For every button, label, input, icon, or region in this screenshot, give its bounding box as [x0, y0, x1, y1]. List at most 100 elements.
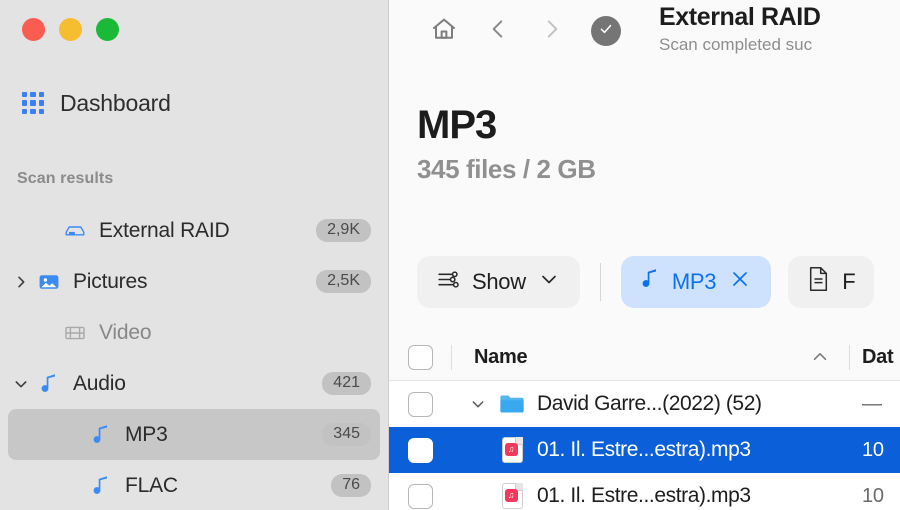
document-icon	[807, 266, 830, 298]
sidebar-item-video[interactable]: Video	[8, 307, 380, 358]
table-row[interactable]: ♫ 01. Il. Estre...estra).mp3 10	[389, 473, 900, 510]
sliders-icon	[436, 267, 461, 298]
sidebar-item-label: Audio	[73, 371, 126, 395]
breadcrumb: External RAID Scan completed suc	[659, 4, 821, 56]
item-count-badge: 76	[331, 474, 371, 497]
table-row[interactable]: ♫ 01. Il. Estre...estra).mp3 10	[389, 427, 900, 473]
mp3-file-icon: ♫	[495, 437, 529, 463]
filter-chip-mp3[interactable]: MP3	[620, 256, 772, 308]
filter-chip-documents[interactable]: F	[788, 256, 875, 308]
page-title: MP3	[417, 103, 497, 147]
sort-asc-icon	[809, 346, 831, 368]
sidebar-item-label: MP3	[125, 422, 168, 446]
sidebar-item-label: FLAC	[125, 473, 178, 497]
window-controls	[22, 18, 119, 41]
photo-icon	[34, 270, 64, 294]
row-date: 10	[862, 438, 884, 461]
main-content: External RAID Scan completed suc MP3 345…	[389, 0, 900, 510]
sidebar-item-flac[interactable]: FLAC 76	[8, 460, 380, 510]
sidebar-item-pictures[interactable]: Pictures 2,5K	[8, 256, 380, 307]
toolbar-subtitle: Scan completed suc	[659, 34, 813, 54]
column-header-date[interactable]: Dat	[850, 346, 900, 369]
sidebar-item-label: Video	[99, 320, 152, 344]
toolbar-title: External RAID	[659, 3, 821, 32]
page-heading-block: MP3 345 files / 2 GB	[417, 104, 596, 185]
item-count-badge: 2,5K	[316, 270, 371, 293]
row-date-cell: 10	[850, 485, 900, 508]
film-icon	[60, 321, 90, 345]
row-name-cell: ♫ 01. Il. Estre...estra).mp3	[451, 483, 850, 509]
row-name-cell: ♫ 01. Il. Estre...estra).mp3	[451, 437, 850, 463]
row-checkbox-cell[interactable]	[389, 391, 451, 417]
maximize-button[interactable]	[96, 18, 119, 41]
row-checkbox-cell[interactable]	[389, 483, 451, 509]
sidebar-item-dashboard[interactable]: Dashboard	[22, 84, 171, 122]
home-icon	[429, 14, 459, 49]
sidebar-item-audio[interactable]: Audio 421	[8, 358, 380, 409]
page-summary: 345 files / 2 GB	[417, 154, 596, 184]
show-dropdown-button[interactable]: Show	[417, 256, 580, 308]
row-date-cell: —	[850, 393, 900, 416]
chevron-down-icon[interactable]	[8, 376, 34, 392]
show-label: Show	[472, 269, 526, 294]
sidebar-item-mp3[interactable]: MP3 345	[8, 409, 380, 460]
music-note-icon	[86, 474, 116, 498]
row-name-cell: David Garre...(2022) (52)	[451, 392, 850, 416]
scan-results-tree: External RAID 2,9K Pictures 2,5K Video Audio 4…	[0, 205, 388, 510]
row-date: 10	[862, 484, 884, 507]
row-checkbox-cell[interactable]	[389, 437, 451, 463]
file-table: Name Dat David Garre...(2022) (52) — ♫ 01. …	[389, 334, 900, 510]
chevron-right-icon[interactable]	[8, 274, 34, 290]
folder-icon	[495, 393, 529, 415]
column-header-label: Name	[474, 345, 528, 368]
row-name: 01. Il. Estre...estra).mp3	[537, 484, 751, 507]
row-date: —	[862, 392, 882, 415]
back-button[interactable]	[471, 9, 525, 53]
minimize-button[interactable]	[59, 18, 82, 41]
close-icon[interactable]	[728, 267, 752, 297]
select-all-checkbox-cell[interactable]	[389, 344, 451, 370]
select-all-checkbox[interactable]	[407, 344, 433, 370]
sidebar-section-title: Scan results	[17, 170, 114, 187]
check-circle-icon	[597, 20, 615, 43]
nav-toolbar: External RAID Scan completed suc	[389, 0, 900, 62]
filter-bar: Show MP3 F	[417, 256, 875, 308]
table-row[interactable]: David Garre...(2022) (52) —	[389, 381, 900, 427]
table-body: David Garre...(2022) (52) — ♫ 01. Il. Estre…	[389, 381, 900, 510]
sidebar-item-label: External RAID	[99, 218, 230, 242]
scan-status-badge	[591, 16, 621, 46]
filter-chip-label: MP3	[671, 269, 717, 294]
home-button[interactable]	[417, 9, 471, 53]
sidebar: Dashboard Scan results External RAID 2,9K…	[0, 0, 389, 510]
filter-divider	[599, 263, 601, 301]
row-checkbox[interactable]	[407, 437, 433, 463]
column-header-name[interactable]: Name	[452, 346, 849, 369]
chevron-right-icon	[539, 16, 565, 47]
sidebar-item-label: Pictures	[73, 269, 148, 293]
item-count-badge: 2,9K	[316, 219, 371, 242]
item-count-badge: 345	[322, 423, 371, 446]
grid-icon	[22, 92, 44, 114]
music-note-icon	[86, 423, 116, 447]
chevron-down-icon	[537, 267, 561, 297]
column-header-label: Dat	[862, 345, 894, 368]
filter-chip-label: F	[842, 269, 856, 294]
item-count-badge: 421	[322, 372, 371, 395]
music-note-icon	[34, 372, 64, 396]
chevron-left-icon	[485, 16, 511, 47]
row-name: 01. Il. Estre...estra).mp3	[537, 438, 751, 461]
sidebar-item-external-raid[interactable]: External RAID 2,9K	[8, 205, 380, 256]
table-header-row: Name Dat	[389, 334, 900, 381]
row-date-cell: 10	[850, 439, 900, 462]
sidebar-item-label: Dashboard	[60, 89, 171, 116]
chevron-down-icon[interactable]	[461, 396, 495, 412]
row-checkbox[interactable]	[407, 483, 433, 509]
mp3-file-icon: ♫	[495, 483, 529, 509]
close-button[interactable]	[22, 18, 45, 41]
app-window: Dashboard Scan results External RAID 2,9K…	[0, 0, 900, 510]
music-note-icon	[640, 267, 660, 297]
row-name: David Garre...(2022) (52)	[537, 392, 762, 415]
forward-button[interactable]	[525, 9, 579, 53]
hard-drive-icon	[60, 219, 90, 243]
row-checkbox[interactable]	[407, 391, 433, 417]
